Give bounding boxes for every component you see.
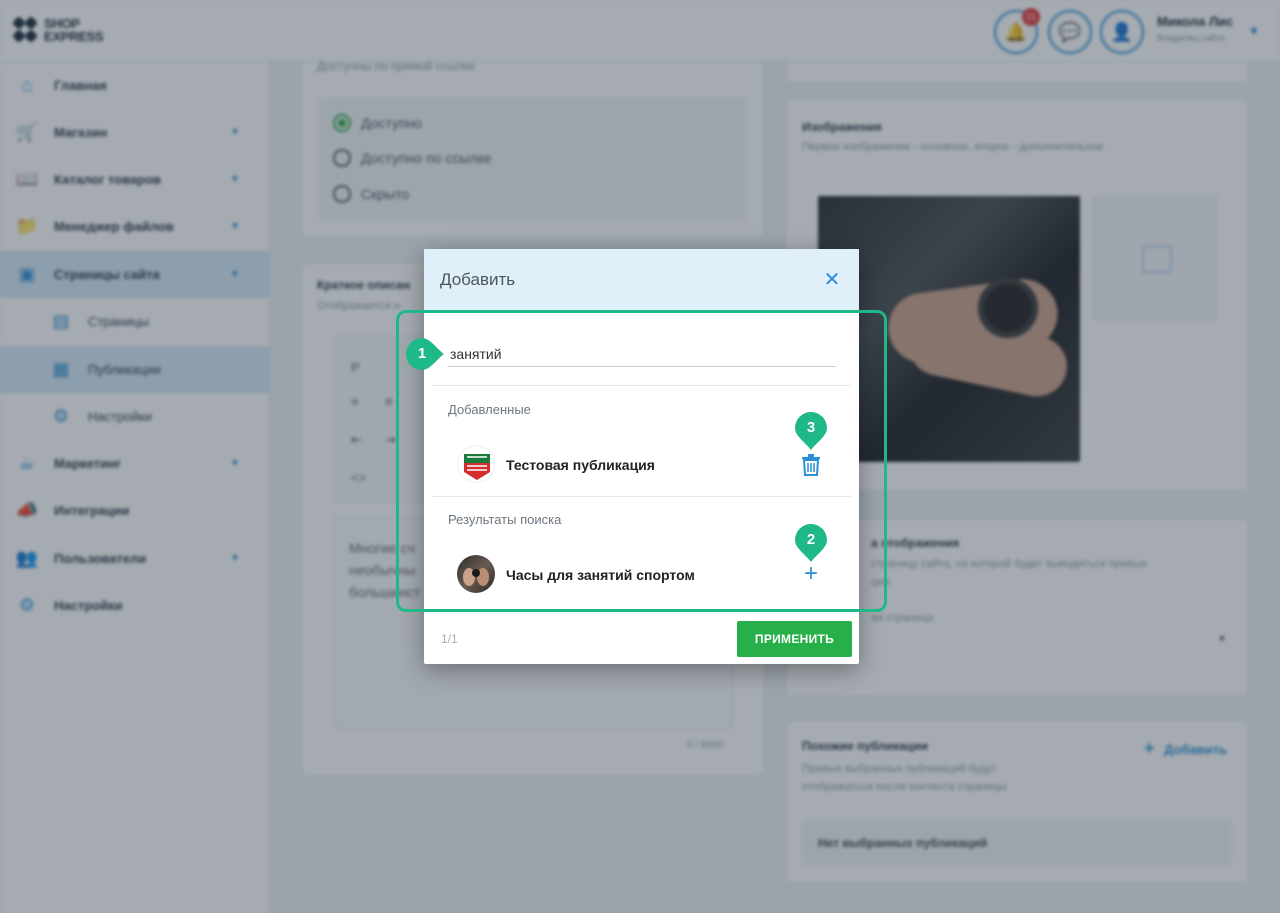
pager: 1/1 [441,632,458,646]
search-input[interactable] [448,341,836,367]
marker-number: 1 [417,345,427,362]
tag-heuer-logo [457,445,495,483]
results-section-label: Результаты поиска [448,512,562,527]
marker-number: 3 [806,419,816,436]
annotation-marker-1: 1 [406,338,444,370]
dialog-header: Добавить ✕ [424,249,859,311]
added-section-label: Добавленные [448,402,531,417]
result-item-title: Часы для занятий спортом [506,567,695,583]
divider [432,496,851,497]
trash-icon[interactable] [800,453,822,477]
add-dialog: Добавить ✕ Добавленные Тестовая публикац… [424,249,859,664]
divider [432,385,851,386]
close-icon[interactable]: ✕ [821,269,843,291]
annotation-marker-2: 2 [795,524,827,562]
dialog-title: Добавить [440,270,516,289]
watch-photo [457,555,495,593]
marker-number: 2 [806,531,816,548]
apply-button[interactable]: ПРИМЕНИТЬ [737,621,852,657]
plus-icon[interactable]: + [800,562,822,586]
annotation-marker-3: 3 [795,412,827,450]
added-item-title: Тестовая публикация [506,457,655,473]
